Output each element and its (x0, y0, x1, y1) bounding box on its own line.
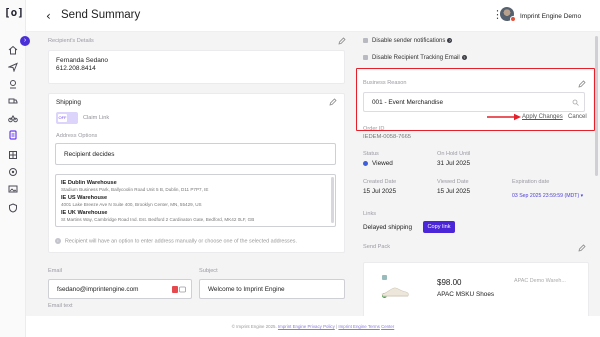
order-id: IEDEM-0058-7665 (363, 134, 412, 140)
footer-copyright: © Imprint Engine 2025. (231, 324, 277, 329)
page-scrollbar[interactable] (595, 36, 598, 176)
recipient-name: Fernanda Sedano (56, 57, 109, 64)
status-dot (363, 160, 368, 166)
product-name: APAC MSKU Shoes (437, 291, 495, 298)
contact-chip-icon (172, 286, 186, 293)
status-text: Viewed (372, 160, 393, 167)
terms-link[interactable]: Imprint Engine Terms (338, 324, 379, 329)
account-name[interactable]: Imprint Engine Demo (520, 13, 581, 20)
info-icon: i (55, 238, 61, 244)
send-icon[interactable] (8, 62, 18, 72)
top-header: ‹ Send Summary ⋮ Imprint Engine Demo (26, 0, 600, 32)
disable-tracking-checkbox[interactable]: Disable Recipient Tracking Email? (363, 55, 467, 61)
created-date-label: Created Date (363, 179, 397, 185)
chevron-down-icon: ▾ (580, 193, 584, 199)
image-icon[interactable] (8, 184, 18, 194)
status-value: Viewed (363, 160, 393, 167)
viewed-date-label: Viewed Date (437, 179, 469, 185)
bike-icon[interactable] (8, 113, 18, 123)
address-note: i Recipient will have an option to enter … (55, 238, 297, 244)
app-logo[interactable]: [o] (4, 6, 24, 20)
claim-link-toggle[interactable]: OFF (56, 112, 78, 124)
warehouse-list[interactable]: IE Dublin Warehouse Stadium Business Par… (55, 174, 336, 227)
warehouse-name: IE US Warehouse (61, 195, 108, 201)
help-center-link[interactable]: Center (381, 324, 394, 329)
edit-send-pack-icon[interactable] (578, 244, 586, 252)
recipient-details-label: Recipient's Details (48, 38, 94, 44)
shoe-image (381, 287, 409, 297)
warehouse-item[interactable]: IE US Warehouse 4001 Lake Breeze Ave N S… (61, 195, 202, 207)
email-label: Email (48, 268, 62, 274)
edit-shipping-icon[interactable] (329, 98, 337, 106)
disable-notifications-checkbox[interactable]: Disable sender notifications? (363, 38, 453, 45)
subject-field[interactable]: Welcome to Imprint Engine (199, 279, 345, 299)
disable-tracking-label: Disable Recipient Tracking Email (372, 55, 460, 62)
warehouse-item[interactable]: IE UK Warehouse St Martins Way, Cambridg… (61, 210, 254, 222)
warehouse-item[interactable]: IE Dublin Warehouse Stadium Business Par… (61, 180, 209, 192)
help-icon[interactable]: ? (461, 55, 467, 60)
edit-recipient-icon[interactable] (338, 37, 346, 45)
checkbox[interactable] (363, 55, 368, 60)
settings-icon[interactable] (8, 167, 18, 177)
help-icon[interactable]: ? (447, 38, 453, 43)
subject-label: Subject (199, 268, 218, 274)
expiration-date-label: Expiration date (512, 179, 550, 185)
claim-link-label: Claim Link (83, 115, 110, 121)
expiration-date-dropdown[interactable]: 03 Sep 2025 23:59:59 (MDT) ▾ (512, 193, 583, 199)
send-pack-card[interactable]: $98.00 APAC MSKU Shoes APAC Demo Wareh..… (363, 262, 589, 322)
toggle-knob: OFF (58, 114, 67, 122)
email-text-label: Email text (48, 303, 73, 309)
warehouse-name: IE Dublin Warehouse (61, 180, 117, 186)
warehouse-name: IE UK Warehouse (61, 210, 108, 216)
page-title: Send Summary (61, 9, 141, 21)
send-pack-label: Send Pack (363, 244, 391, 250)
warehouse-scrollbar[interactable] (331, 177, 334, 223)
disable-notifications-label: Disable sender notifications (372, 38, 446, 45)
links-label: Links (363, 211, 377, 217)
notification-badge (510, 16, 516, 22)
delayed-shipping-label: Delayed shipping (363, 224, 413, 231)
warehouse-address: St Martins Way, Cambridge Road Ind. Est.… (61, 217, 255, 222)
home-icon[interactable] (8, 45, 18, 55)
address-options-label: Address Options (56, 133, 98, 139)
recipient-phone: 612.208.8414 (56, 65, 96, 72)
email-field[interactable]: fsedano@imprintengine.com (48, 279, 192, 299)
on-hold-value: 31 Jul 2025 (437, 160, 471, 167)
footer: © Imprint Engine 2025. Imprint Engine Pr… (26, 316, 600, 337)
orders-icon[interactable] (8, 130, 18, 140)
product-price: $98.00 (437, 278, 462, 287)
inventory-icon[interactable] (8, 150, 18, 160)
expand-sidebar-button[interactable]: › (20, 36, 30, 46)
address-note-text: Recipient will have an option to enter a… (65, 238, 297, 245)
delivery-icon[interactable] (8, 96, 18, 106)
copy-link-button[interactable]: Copy link (423, 221, 455, 233)
shipping-label: Shipping (56, 99, 81, 106)
viewed-date-value: 15 Jul 2025 (437, 188, 471, 195)
created-date-value: 15 Jul 2025 (363, 188, 397, 195)
order-id-label: Order ID (363, 126, 385, 132)
product-warehouse: APAC Demo Wareh... (514, 278, 566, 284)
checkbox[interactable] (363, 38, 368, 43)
privacy-policy-link[interactable]: Imprint Engine Privacy Policy (278, 324, 335, 329)
back-arrow-icon[interactable]: ‹ (46, 9, 51, 23)
sidebar: [o] (0, 0, 26, 337)
highlight-box (356, 68, 595, 131)
campaign-icon[interactable] (8, 79, 18, 89)
shield-icon[interactable] (8, 203, 18, 213)
status-label: Status (363, 151, 379, 157)
expiration-date-value: 03 Sep 2025 23:59:59 (MDT) (512, 193, 580, 199)
address-options-select[interactable]: Recipient decides (55, 143, 336, 165)
warehouse-address: 4001 Lake Breeze Ave N Suite 400, Brookl… (61, 202, 202, 207)
warehouse-address: Stadium Business Park, Ballycoolin Road … (61, 187, 209, 192)
on-hold-label: On Hold Until (437, 151, 471, 157)
